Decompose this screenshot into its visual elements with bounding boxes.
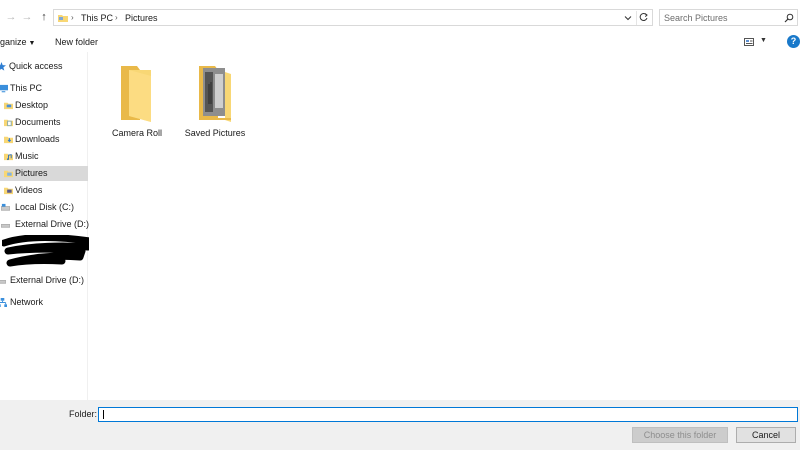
pictures-folder-icon	[4, 170, 13, 178]
computer-icon	[0, 84, 8, 93]
cancel-button[interactable]: Cancel	[736, 427, 796, 443]
nav-item-label: External Drive (D:)	[10, 275, 85, 285]
refresh-icon[interactable]	[638, 12, 649, 23]
breadcrumb-separator-icon: ›	[71, 13, 74, 22]
address-divider	[636, 11, 637, 25]
nav-item-desktop[interactable]: Desktop	[0, 98, 88, 113]
nav-item-label: Downloads	[15, 134, 60, 144]
text-cursor	[103, 410, 104, 419]
nav-item-external-drive[interactable]: External Drive (D:)	[0, 217, 90, 232]
folder-name: Saved Pictures	[184, 128, 246, 138]
nav-item-label: External Drive (D:)	[15, 219, 90, 229]
address-bar[interactable]: › This PC › Pictures	[53, 9, 653, 26]
back-arrow-icon[interactable]: →	[5, 11, 17, 23]
nav-item-label: Desktop	[15, 100, 49, 110]
nav-item-label: This PC	[10, 83, 43, 93]
breadcrumb-pictures[interactable]: Pictures	[125, 13, 158, 23]
nav-item-label: Pictures	[15, 168, 48, 178]
nav-item-label: Network	[10, 297, 44, 307]
breadcrumb-this-pc[interactable]: This PC	[81, 13, 113, 23]
breadcrumb-separator-icon: ›	[115, 13, 118, 22]
nav-item-network[interactable]: Network	[0, 295, 88, 310]
search-box[interactable]	[659, 9, 798, 26]
folder-icon	[121, 66, 151, 122]
nav-item-videos[interactable]: Videos	[0, 183, 88, 198]
address-row: → → ↑ › This PC › Pictures	[0, 0, 800, 34]
chevron-down-icon[interactable]	[622, 12, 634, 24]
music-folder-icon	[4, 153, 13, 161]
folder-tile-camera-roll[interactable]: Camera Roll	[97, 62, 177, 142]
organize-label: ganize	[0, 37, 27, 47]
nav-item-music[interactable]: Music	[0, 149, 88, 164]
nav-item-external-drive-root[interactable]: External Drive (D:)	[0, 273, 88, 288]
videos-folder-icon	[4, 187, 13, 195]
command-bar: ganize ▼ New folder ▼ ?	[0, 34, 800, 52]
view-dropdown-icon[interactable]: ▼	[760, 37, 767, 44]
nav-item-label: Local Disk (C:)	[15, 202, 75, 212]
desktop-folder-icon	[4, 102, 13, 110]
folder-name-input[interactable]	[98, 407, 798, 422]
folder-tile-saved-pictures[interactable]: Saved Pictures	[175, 62, 255, 142]
drive-icon	[1, 224, 10, 228]
forward-arrow-icon[interactable]: →	[21, 11, 33, 23]
drive-icon	[1, 203, 10, 211]
nav-item-label: Documents	[15, 117, 61, 127]
folder-with-preview-icon	[199, 66, 231, 122]
nav-item-documents[interactable]: Documents	[0, 115, 88, 130]
organize-button[interactable]: ganize ▼	[0, 37, 35, 49]
star-icon	[0, 62, 6, 71]
documents-folder-icon	[4, 119, 13, 127]
caret-down-icon: ▼	[28, 40, 36, 47]
search-icon[interactable]	[784, 13, 794, 23]
search-input[interactable]	[664, 11, 779, 24]
change-view-icon[interactable]	[744, 38, 754, 46]
choose-this-folder-button[interactable]: Choose this folder	[632, 427, 728, 443]
redaction-scribble	[2, 235, 92, 267]
nav-item-quick-access[interactable]: Quick access	[0, 59, 88, 74]
folder-name: Camera Roll	[111, 128, 162, 138]
nav-item-label: Videos	[15, 185, 43, 195]
downloads-folder-icon	[4, 136, 13, 144]
drive-icon	[0, 280, 6, 284]
nav-item-pictures[interactable]: Pictures	[0, 166, 88, 181]
network-icon	[0, 298, 7, 307]
help-icon[interactable]: ?	[787, 35, 800, 48]
new-folder-button[interactable]: New folder	[55, 37, 98, 47]
pictures-folder-icon	[58, 15, 68, 22]
nav-item-this-pc[interactable]: This PC	[0, 81, 88, 96]
navigation-pane: Quick access This PC Desktop Documents D…	[0, 52, 90, 400]
dialog-footer: Folder: Choose this folder Cancel	[0, 400, 800, 450]
nav-item-local-disk[interactable]: Local Disk (C:)	[0, 200, 88, 215]
file-list: Camera Roll Saved Pictures	[89, 52, 800, 400]
folder-label: Folder:	[69, 409, 98, 419]
nav-item-label: Music	[15, 151, 39, 161]
up-arrow-icon[interactable]: ↑	[38, 11, 50, 23]
nav-item-downloads[interactable]: Downloads	[0, 132, 88, 147]
nav-item-label: Quick access	[9, 61, 63, 71]
